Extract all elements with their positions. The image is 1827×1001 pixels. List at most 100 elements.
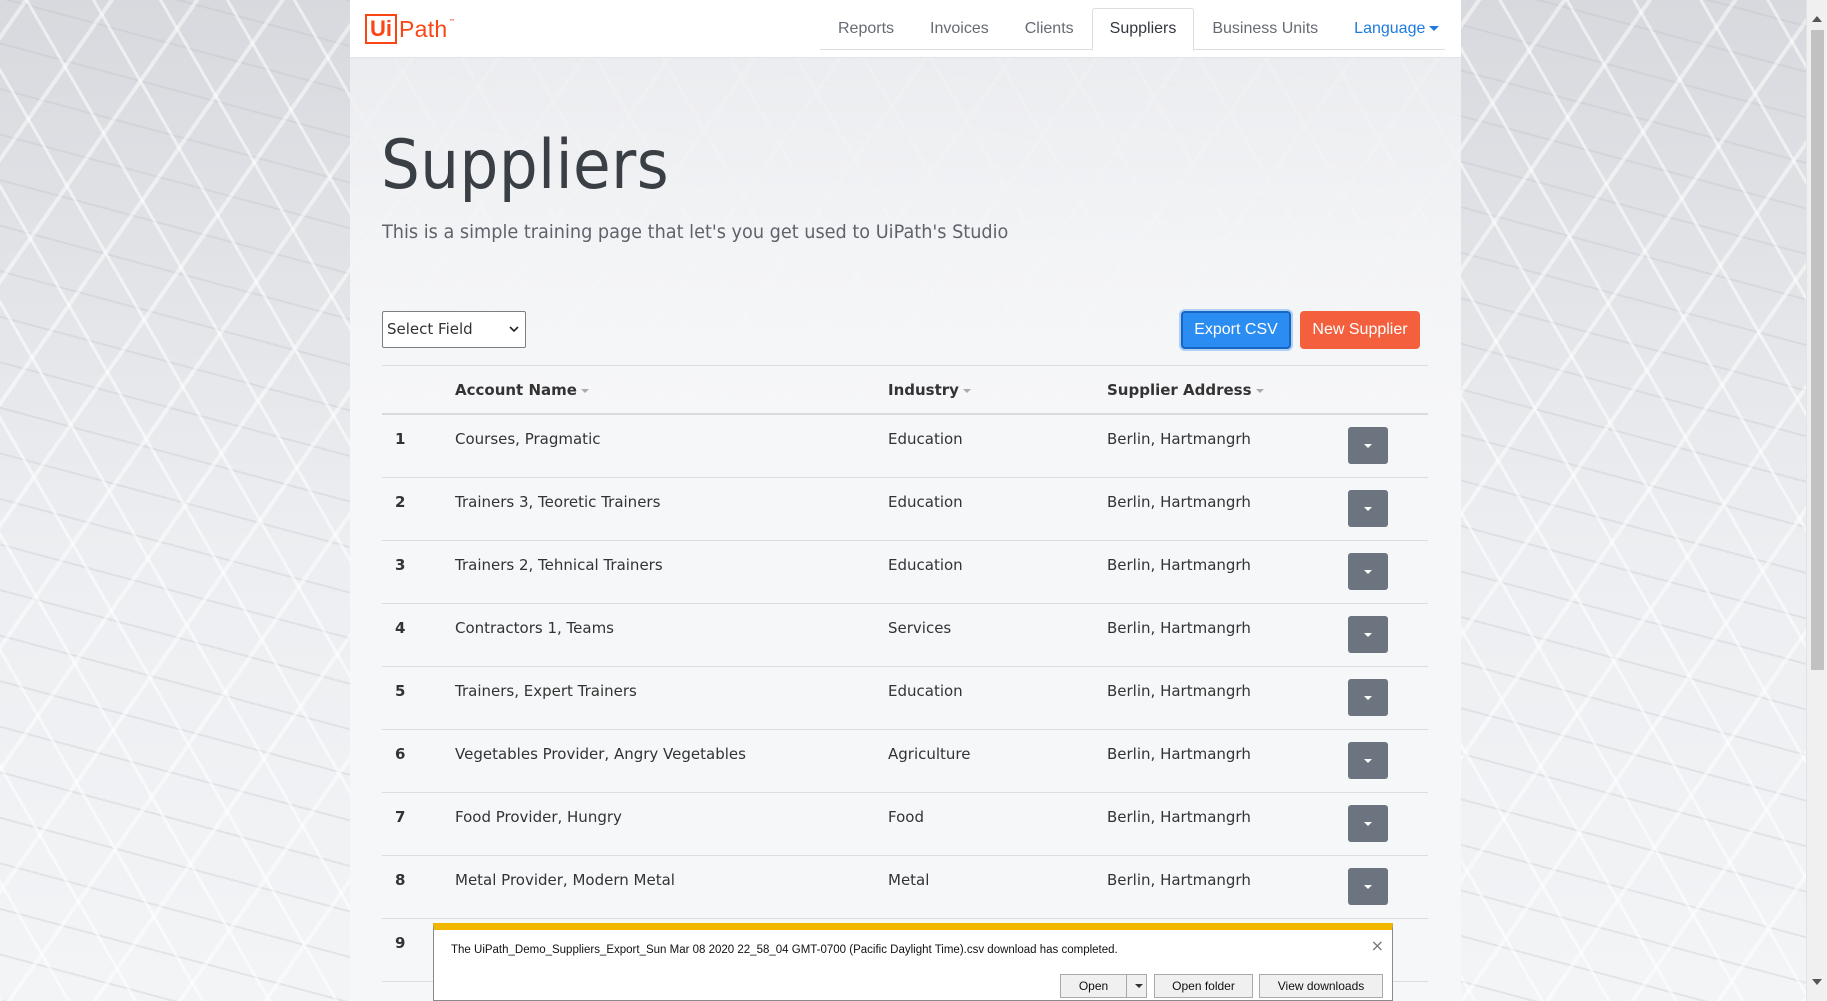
account-name-cell: Contractors 1, Teams xyxy=(455,619,614,637)
header-industry[interactable]: Industry xyxy=(888,381,971,399)
close-icon[interactable]: × xyxy=(1371,936,1384,955)
logo-trademark: ™ xyxy=(448,18,456,26)
scrollbar-thumb[interactable] xyxy=(1811,30,1824,670)
table-row: 5 Trainers, Expert Trainers Education Be… xyxy=(382,667,1428,730)
account-name-cell: Trainers 3, Teoretic Trainers xyxy=(455,493,661,511)
uipath-logo[interactable]: Ui Path ™ xyxy=(365,13,456,45)
page-subtitle: This is a simple training page that let'… xyxy=(382,221,1009,243)
open-folder-button[interactable]: Open folder xyxy=(1154,974,1253,998)
caret-down-icon xyxy=(1364,822,1372,826)
row-actions-dropdown-button[interactable] xyxy=(1348,868,1388,905)
row-number: 1 xyxy=(395,430,406,448)
sort-icon xyxy=(962,388,971,393)
caret-down-icon xyxy=(1364,696,1372,700)
chevron-down-icon xyxy=(509,326,519,333)
export-csv-button[interactable]: Export CSV xyxy=(1181,311,1291,349)
header-supplier-address[interactable]: Supplier Address xyxy=(1107,381,1264,399)
table-row: 2 Trainers 3, Teoretic Trainers Educatio… xyxy=(382,478,1428,541)
select-field-value: Select Field xyxy=(387,320,473,338)
header-account-name[interactable]: Account Name xyxy=(455,381,589,399)
download-notification-bar: The UiPath_Demo_Suppliers_Export_Sun Mar… xyxy=(433,923,1393,1001)
row-actions-dropdown-button[interactable] xyxy=(1348,490,1388,527)
tab-suppliers[interactable]: Suppliers xyxy=(1091,8,1195,51)
open-options-dropdown-button[interactable] xyxy=(1126,974,1147,998)
row-number: 6 xyxy=(395,745,406,763)
row-number: 9 xyxy=(395,934,406,952)
industry-cell: Agriculture xyxy=(888,745,971,763)
row-actions-dropdown-button[interactable] xyxy=(1348,616,1388,653)
caret-down-icon xyxy=(1364,444,1372,448)
vertical-scrollbar[interactable] xyxy=(1806,0,1827,1001)
industry-cell: Food xyxy=(888,808,924,826)
address-cell: Berlin, Hartmangrh xyxy=(1107,808,1251,826)
tab-reports[interactable]: Reports xyxy=(820,8,912,50)
header-industry-label: Industry xyxy=(888,381,959,399)
new-supplier-button[interactable]: New Supplier xyxy=(1300,311,1420,349)
row-number: 3 xyxy=(395,556,406,574)
address-cell: Berlin, Hartmangrh xyxy=(1107,871,1251,889)
tab-business-units[interactable]: Business Units xyxy=(1194,8,1336,50)
row-number: 5 xyxy=(395,682,406,700)
caret-down-icon xyxy=(1364,633,1372,637)
tab-clients[interactable]: Clients xyxy=(1007,8,1092,50)
account-name-cell: Food Provider, Hungry xyxy=(455,808,622,826)
page-container: Ui Path ™ Reports Invoices Clients Suppl… xyxy=(350,0,1461,1001)
row-number: 7 xyxy=(395,808,406,826)
industry-cell: Education xyxy=(888,682,963,700)
header-account-label: Account Name xyxy=(455,381,577,399)
row-actions-dropdown-button[interactable] xyxy=(1348,679,1388,716)
industry-cell: Metal xyxy=(888,871,930,889)
caret-down-icon xyxy=(1364,885,1372,889)
industry-cell: Education xyxy=(888,430,963,448)
table-row: 1 Courses, Pragmatic Education Berlin, H… xyxy=(382,415,1428,478)
address-cell: Berlin, Hartmangrh xyxy=(1107,682,1251,700)
page-title: Suppliers xyxy=(381,126,670,205)
account-name-cell: Metal Provider, Modern Metal xyxy=(455,871,675,889)
address-cell: Berlin, Hartmangrh xyxy=(1107,430,1251,448)
industry-cell: Education xyxy=(888,556,963,574)
row-actions-dropdown-button[interactable] xyxy=(1348,742,1388,779)
row-number: 4 xyxy=(395,619,406,637)
scroll-down-arrow-icon[interactable] xyxy=(1812,979,1822,985)
sort-icon xyxy=(580,388,589,393)
view-downloads-button[interactable]: View downloads xyxy=(1259,974,1383,998)
account-name-cell: Trainers, Expert Trainers xyxy=(455,682,637,700)
sort-icon xyxy=(1255,388,1264,393)
language-dropdown[interactable]: Language xyxy=(1336,8,1457,50)
open-button[interactable]: Open xyxy=(1060,974,1127,998)
download-message: The UiPath_Demo_Suppliers_Export_Sun Mar… xyxy=(451,944,1118,956)
caret-down-icon xyxy=(1364,759,1372,763)
caret-down-icon xyxy=(1364,570,1372,574)
tab-invoices[interactable]: Invoices xyxy=(912,8,1007,50)
open-button-label: Open xyxy=(1078,979,1109,993)
address-cell: Berlin, Hartmangrh xyxy=(1107,619,1251,637)
caret-down-icon xyxy=(1364,507,1372,511)
row-number: 8 xyxy=(395,871,406,889)
caret-down-icon xyxy=(1429,26,1440,32)
account-name-cell: Trainers 2, Tehnical Trainers xyxy=(455,556,663,574)
table-header: Account Name Industry Supplier Address xyxy=(382,365,1428,415)
language-label: Language xyxy=(1354,20,1426,37)
scroll-up-arrow-icon[interactable] xyxy=(1812,16,1822,22)
row-actions-dropdown-button[interactable] xyxy=(1348,427,1388,464)
table-row: 4 Contractors 1, Teams Services Berlin, … xyxy=(382,604,1428,667)
row-actions-dropdown-button[interactable] xyxy=(1348,805,1388,842)
navbar: Ui Path ™ Reports Invoices Clients Suppl… xyxy=(350,0,1461,58)
row-actions-dropdown-button[interactable] xyxy=(1348,553,1388,590)
suppliers-table: Account Name Industry Supplier Address 1… xyxy=(382,365,1428,982)
account-name-cell: Courses, Pragmatic xyxy=(455,430,601,448)
account-name-cell: Vegetables Provider, Angry Vegetables xyxy=(455,745,746,763)
address-cell: Berlin, Hartmangrh xyxy=(1107,493,1251,511)
table-row: 3 Trainers 2, Tehnical Trainers Educatio… xyxy=(382,541,1428,604)
nav-tabs: Reports Invoices Clients Suppliers Busin… xyxy=(820,8,1445,51)
industry-cell: Education xyxy=(888,493,963,511)
logo-text: Path xyxy=(399,15,448,42)
caret-down-icon xyxy=(1135,984,1143,988)
address-cell: Berlin, Hartmangrh xyxy=(1107,556,1251,574)
header-address-label: Supplier Address xyxy=(1107,381,1252,399)
table-row: 6 Vegetables Provider, Angry Vegetables … xyxy=(382,730,1428,793)
address-cell: Berlin, Hartmangrh xyxy=(1107,745,1251,763)
table-row: 7 Food Provider, Hungry Food Berlin, Har… xyxy=(382,793,1428,856)
select-field-dropdown[interactable]: Select Field xyxy=(382,311,526,348)
table-row: 8 Metal Provider, Modern Metal Metal Ber… xyxy=(382,856,1428,919)
